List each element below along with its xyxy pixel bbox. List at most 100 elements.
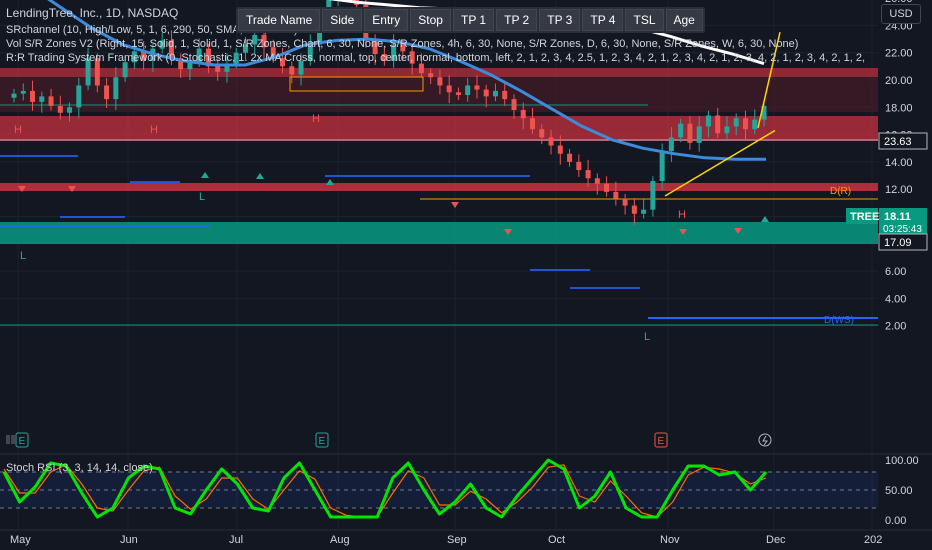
candle-body bbox=[585, 170, 591, 179]
pivot-low-marker: L bbox=[20, 250, 26, 262]
price-tick: 18.00 bbox=[885, 102, 913, 114]
candle-body bbox=[520, 110, 526, 119]
candle-body bbox=[641, 209, 647, 214]
resistance-zone-top bbox=[0, 68, 878, 77]
price-tick: 4.00 bbox=[885, 293, 906, 305]
flash-icon-bolt bbox=[762, 435, 768, 446]
candle-body bbox=[678, 123, 684, 138]
price-tick: 2.00 bbox=[885, 321, 906, 333]
buy-signal-triangle bbox=[201, 172, 209, 178]
pivot-high-marker: H bbox=[150, 124, 158, 136]
tp2-button[interactable]: TP 2 bbox=[496, 9, 538, 31]
candle-body bbox=[39, 96, 45, 102]
candle-body bbox=[613, 191, 619, 199]
time-axis-label: Aug bbox=[330, 534, 350, 546]
level-label-23: 23.63 bbox=[884, 136, 912, 148]
resistance-zone-low bbox=[0, 183, 878, 191]
time-axis-label: Jul bbox=[229, 534, 243, 546]
price-tick: 6.00 bbox=[885, 266, 906, 278]
candle-body bbox=[437, 77, 443, 86]
level-label-17: 17.09 bbox=[884, 237, 912, 249]
chart-canvas[interactable]: H H H H L L L D(R) D(WS) E E E Stoch RSI (3, 3, 14, … bbox=[0, 0, 932, 550]
candle-body bbox=[215, 66, 221, 72]
side-button[interactable]: Side bbox=[322, 9, 363, 31]
tp4-button[interactable]: TP 4 bbox=[582, 9, 624, 31]
candle-body bbox=[30, 90, 36, 102]
candle-body bbox=[104, 85, 110, 100]
stop-button[interactable]: Stop bbox=[410, 9, 451, 31]
candle-body bbox=[650, 181, 656, 210]
dr-level-label: D(R) bbox=[830, 186, 851, 197]
time-axis-label: 202 bbox=[864, 534, 882, 546]
candle-body bbox=[511, 99, 517, 111]
price-tick: 14.00 bbox=[885, 157, 913, 169]
currency-button[interactable]: USD bbox=[881, 4, 921, 24]
time-axis-label: May bbox=[10, 534, 31, 546]
candle-body bbox=[418, 63, 424, 74]
candle-body bbox=[631, 205, 637, 214]
candle-body bbox=[57, 105, 63, 113]
time-axis-label: Nov bbox=[660, 534, 680, 546]
dws-level-label: D(WS) bbox=[824, 315, 854, 326]
symbol-title: LendingTree, Inc., 1D, NASDAQ bbox=[6, 6, 179, 20]
candle-body bbox=[557, 145, 563, 154]
tp3-button[interactable]: TP 3 bbox=[539, 9, 581, 31]
candle-body bbox=[474, 85, 480, 90]
candle-body bbox=[289, 66, 295, 75]
stoch-title: Stoch RSI (3, 3, 14, 14, close) bbox=[6, 462, 153, 474]
candle-body bbox=[696, 126, 702, 143]
time-axis-label: Sep bbox=[447, 534, 467, 546]
trading-chart[interactable]: H H H H L L L D(R) D(WS) E E E Stoch RSI (3, 3, 14, … bbox=[0, 0, 932, 550]
tp1-button[interactable]: TP 1 bbox=[452, 9, 495, 31]
candle-body bbox=[724, 126, 730, 134]
candle-body bbox=[715, 115, 721, 134]
candle-body bbox=[492, 90, 498, 97]
candle-body bbox=[576, 161, 582, 171]
candle-body bbox=[502, 90, 508, 100]
sell-signal-triangle bbox=[451, 202, 459, 208]
price-tick: 20.00 bbox=[885, 75, 913, 87]
candle-body bbox=[67, 107, 73, 113]
age-button[interactable]: Age bbox=[665, 9, 703, 31]
candle-body bbox=[76, 85, 82, 108]
time-axis-label: Dec bbox=[766, 534, 786, 546]
tsl-button[interactable]: TSL bbox=[625, 9, 664, 31]
candle-body bbox=[733, 118, 739, 127]
candle-body bbox=[20, 90, 26, 94]
earnings-badge-label: E bbox=[19, 436, 26, 447]
current-price-label: 18.11 bbox=[884, 211, 911, 223]
candle-body bbox=[446, 85, 452, 93]
candle-body bbox=[659, 150, 665, 182]
candle-body bbox=[742, 118, 748, 130]
entry-button[interactable]: Entry bbox=[364, 9, 409, 31]
candle-body bbox=[48, 96, 54, 106]
candle-body bbox=[622, 198, 628, 206]
candle-body bbox=[483, 89, 489, 97]
pivot-high-marker: H bbox=[312, 113, 320, 125]
candle-body bbox=[594, 178, 600, 184]
candle-body bbox=[530, 118, 536, 130]
candle-body bbox=[567, 153, 573, 162]
pivot-low-marker: L bbox=[644, 331, 650, 343]
candle-body bbox=[465, 85, 471, 96]
pivot-high-marker: H bbox=[14, 124, 22, 136]
candle-body bbox=[455, 92, 461, 96]
stoch-tick: 50.00 bbox=[885, 485, 913, 497]
buy-signal-triangle bbox=[256, 173, 264, 179]
candle-body bbox=[113, 77, 119, 100]
eye-icon-b bbox=[11, 435, 15, 444]
price-tick: 22.00 bbox=[885, 48, 913, 60]
candle-body bbox=[428, 73, 434, 78]
pivot-low-marker: L bbox=[199, 191, 205, 203]
time-axis-label: Jun bbox=[120, 534, 138, 546]
candle-body bbox=[752, 119, 758, 130]
eye-icon bbox=[6, 435, 10, 444]
candle-body bbox=[11, 93, 17, 98]
candle-body bbox=[548, 137, 554, 146]
indicator-vol-sr-zones[interactable]: Vol S/R Zones V2 (Right, 15, Solid, 1, S… bbox=[6, 37, 798, 51]
indicator-rr-framework[interactable]: R:R Trading System Framework (0. Stochas… bbox=[6, 51, 866, 65]
earnings-badge-label: E bbox=[319, 436, 326, 447]
ticker-label: TREE bbox=[850, 211, 879, 223]
time-axis-label: Oct bbox=[548, 534, 565, 546]
trade-name-button[interactable]: Trade Name bbox=[238, 9, 321, 31]
